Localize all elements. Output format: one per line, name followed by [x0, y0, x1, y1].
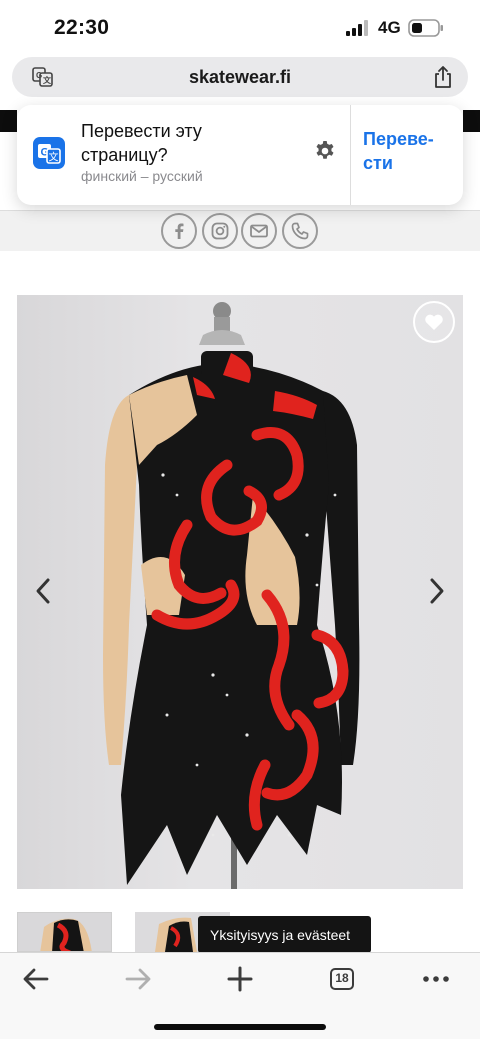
forward-button[interactable]	[122, 963, 154, 995]
signal-bars-icon	[346, 20, 368, 36]
social-links-bar	[0, 211, 480, 251]
facebook-link[interactable]	[161, 213, 197, 249]
more-icon	[423, 976, 449, 982]
translate-icon: G 文	[33, 137, 65, 169]
phone-link[interactable]	[282, 213, 318, 249]
arrow-right-icon	[125, 968, 151, 990]
gear-icon[interactable]	[313, 139, 337, 163]
plus-icon	[227, 966, 253, 992]
chevron-right-icon[interactable]	[427, 577, 447, 605]
browser-toolbar: 18	[0, 952, 480, 1039]
instagram-icon	[211, 222, 229, 240]
back-button[interactable]	[20, 963, 52, 995]
banner-title: Перевести эту страницу?	[81, 121, 202, 165]
battery-icon	[408, 19, 443, 37]
url-text[interactable]: skatewear.fi	[12, 67, 468, 88]
page-header-strip-right	[463, 110, 480, 132]
address-bar[interactable]: G 文 skatewear.fi	[12, 57, 468, 97]
share-icon[interactable]	[432, 65, 454, 89]
more-button[interactable]	[420, 963, 452, 995]
thumbnail-1[interactable]	[17, 912, 112, 952]
favorite-button[interactable]	[413, 301, 455, 343]
product-image[interactable]	[17, 295, 463, 889]
banner-divider	[350, 105, 351, 205]
status-bar: 22:30 4G	[0, 0, 480, 56]
phone-icon	[291, 222, 309, 240]
privacy-cookies-button[interactable]: Yksityisyys ja evästeet	[198, 916, 371, 953]
facebook-icon	[175, 223, 184, 239]
page-header-strip-left	[0, 110, 17, 132]
tabs-icon: 18	[330, 968, 354, 990]
chevron-left-icon[interactable]	[33, 577, 53, 605]
svg-text:文: 文	[49, 151, 59, 164]
mail-icon	[250, 224, 268, 238]
skating-dress-photo	[103, 302, 360, 889]
tabs-button[interactable]: 18	[326, 963, 358, 995]
home-indicator	[154, 1024, 326, 1030]
status-time: 22:30	[54, 16, 110, 39]
translate-button[interactable]: Переве-сти	[363, 127, 459, 175]
translate-banner: G 文 Перевести эту страницу? финский – ру…	[17, 105, 463, 205]
instagram-link[interactable]	[202, 213, 238, 249]
new-tab-button[interactable]	[224, 963, 256, 995]
heart-icon	[425, 314, 443, 330]
email-link[interactable]	[241, 213, 277, 249]
banner-language-pair: финский – русский	[81, 168, 203, 184]
arrow-left-icon	[23, 968, 49, 990]
network-label: 4G	[378, 18, 401, 37]
